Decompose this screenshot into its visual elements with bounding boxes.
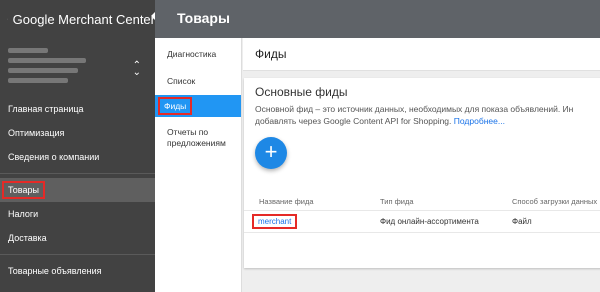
card-description: Основной фид – это источник данных, необ…	[255, 103, 600, 127]
feed-name-cell: merchant	[244, 214, 367, 229]
sidebar-item-products[interactable]: Товары	[0, 178, 155, 202]
column-header-feed-name[interactable]: Название фида	[244, 197, 367, 206]
sidebar-item-label: Налоги	[8, 209, 39, 219]
learn-more-link[interactable]: Подробнее...	[454, 116, 505, 126]
sidebar-item-label: Главная страница	[8, 104, 84, 114]
table-header-row: Название фида Тип фида Способ загрузки д…	[244, 192, 600, 211]
brand[interactable]: Google Merchant Center	[0, 0, 155, 38]
sidebar-item-shopping-ads[interactable]: Товарные объявления	[0, 259, 155, 283]
sidebar-item-label: Доставка	[8, 233, 47, 243]
table-row[interactable]: merchant Фид онлайн-ассортимента Файл	[244, 211, 600, 233]
description-line-2: добавлять через Google Content API for S…	[255, 116, 452, 126]
primary-feeds-card: Основные фиды Основной фид – это источни…	[244, 78, 600, 268]
account-id-blurred	[8, 58, 86, 63]
subnav-item-label: Отчеты по предложениям	[167, 127, 226, 148]
column-header-upload-method[interactable]: Способ загрузки данных	[500, 197, 600, 206]
subnav-item-diagnostics[interactable]: Диагностика	[155, 49, 241, 59]
account-detail-blurred	[8, 78, 68, 83]
page-title: Товары	[177, 10, 230, 26]
column-header-feed-type[interactable]: Тип фида	[367, 197, 500, 206]
subnav-item-feeds[interactable]: Фиды	[155, 95, 241, 117]
feed-type-cell: Фид онлайн-ассортимента	[380, 217, 479, 226]
section-header-title: Фиды	[255, 47, 287, 61]
subnav-item-label: Список	[167, 76, 196, 86]
feed-name-link[interactable]: merchant	[252, 214, 298, 229]
divider	[0, 254, 155, 255]
left-navigation: Google Merchant Center ⌃ ⌄ Главная страни…	[0, 0, 155, 292]
divider	[0, 173, 155, 174]
sidebar-item-label: Товары	[2, 181, 45, 199]
subnav-item-list[interactable]: Список	[155, 76, 241, 86]
expand-collapse-icon[interactable]: ⌃ ⌄	[133, 61, 141, 78]
sidebar-item-optimization[interactable]: Оптимизация	[0, 121, 155, 145]
sidebar-item-home[interactable]: Главная страница	[0, 97, 155, 121]
subnav-item-offer-reports[interactable]: Отчеты по предложениям	[155, 127, 237, 149]
section-header: Фиды	[243, 38, 600, 71]
sidebar-item-label: Товарные объявления	[8, 266, 102, 276]
account-switcher[interactable]: ⌃ ⌄	[0, 42, 155, 97]
sidebar-item-taxes[interactable]: Налоги	[0, 202, 155, 226]
subnav-item-label: Диагностика	[167, 49, 217, 59]
top-bar: Товары	[155, 0, 600, 38]
main-content: Фиды Основные фиды Основной фид – это ис…	[243, 38, 600, 292]
description-line-1: Основной фид – это источник данных, необ…	[255, 104, 574, 114]
card-title: Основные фиды	[255, 85, 348, 99]
feeds-table: Название фида Тип фида Способ загрузки д…	[244, 192, 600, 233]
app-name: Google Merchant Center	[12, 11, 155, 27]
upload-method-cell: Файл	[512, 217, 532, 226]
sidebar-item-shipping[interactable]: Доставка	[0, 226, 155, 250]
merchant-center-logo-icon	[7, 18, 8, 20]
sidebar-item-business-info[interactable]: Сведения о компании	[0, 145, 155, 169]
sidebar-item-label: Сведения о компании	[8, 152, 100, 162]
sidebar-item-label: Оптимизация	[8, 128, 65, 138]
sub-navigation: Диагностика Список Фиды Отчеты по предло…	[155, 38, 242, 292]
account-name-blurred	[8, 48, 48, 53]
account-detail-blurred	[8, 68, 78, 73]
add-feed-button[interactable]: +	[255, 137, 287, 169]
subnav-item-label: Фиды	[158, 97, 193, 115]
